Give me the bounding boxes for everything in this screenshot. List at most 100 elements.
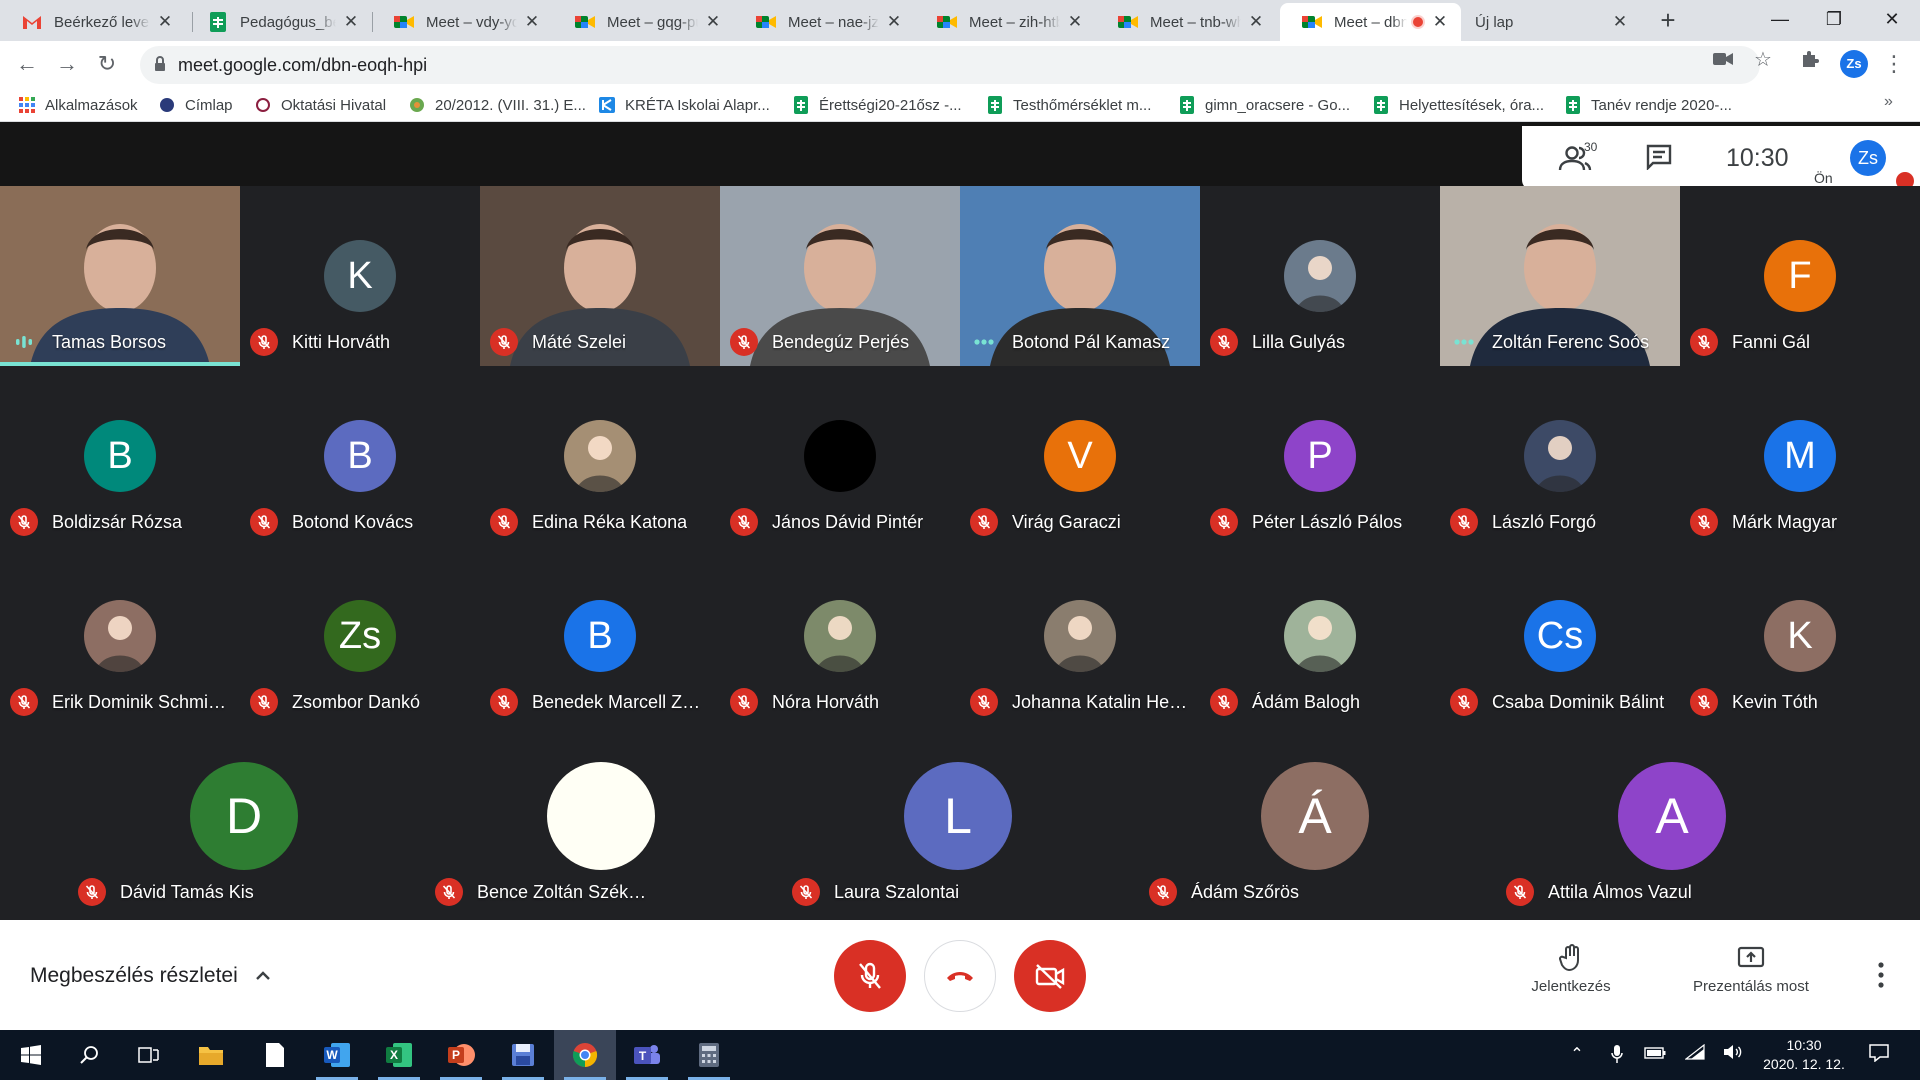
- battery-icon[interactable]: [1644, 1044, 1666, 1066]
- volume-icon[interactable]: [1722, 1044, 1744, 1066]
- close-window-icon[interactable]: ✕: [1864, 0, 1920, 41]
- tab-meet-zih[interactable]: Meet – zih-htb ✕: [915, 3, 1096, 41]
- participant-tile-benedek-marcell-zoltan[interactable]: B Benedek Marcell Zoltán: [480, 546, 720, 726]
- participant-tile-mark-magyar[interactable]: M Márk Magyar: [1680, 366, 1920, 546]
- camera-toggle-button[interactable]: [1014, 940, 1086, 1012]
- new-tab-plus-icon[interactable]: +: [1653, 6, 1683, 36]
- participant-tile-kitti-horvath[interactable]: K Kitti Horváth: [240, 186, 480, 366]
- task-view-button[interactable]: [118, 1030, 180, 1080]
- extensions-puzzle-icon[interactable]: [1798, 49, 1822, 73]
- meeting-details-button[interactable]: Megbeszélés részletei: [30, 964, 272, 988]
- tab-gmail[interactable]: Beérkező levelek ✕: [0, 3, 186, 41]
- participant-tile-zsombor-danko[interactable]: Zs Zsombor Dankó: [240, 546, 480, 726]
- bookmark-helyettesitesek[interactable]: Helyettesítések, óra...: [1372, 95, 1544, 115]
- file-explorer-button[interactable]: [180, 1030, 242, 1080]
- windows-taskbar: W X P T ⌃ 10:30 2020. 12. 12.: [0, 1030, 1920, 1080]
- tab-meet-dbn-active[interactable]: Meet – dbn ✕: [1280, 3, 1461, 41]
- participant-tile-adam-balogh[interactable]: Ádám Balogh: [1200, 546, 1440, 726]
- bookmark-oktatasi-hivatal[interactable]: Oktatási Hivatal: [254, 95, 386, 115]
- restore-icon[interactable]: ❐: [1806, 0, 1862, 41]
- chrome-menu-icon[interactable]: ⋮: [1883, 49, 1905, 81]
- bookmark-apps[interactable]: Alkalmazások: [18, 95, 138, 115]
- participant-tile-mate-szelei[interactable]: Máté Szelei: [480, 186, 720, 366]
- bookmark-tanev-rendje[interactable]: Tanév rendje 2020-...: [1564, 95, 1732, 115]
- participant-tile-erik-dominik-schmiedt[interactable]: Erik Dominik Schmiedt: [0, 546, 240, 726]
- reload-icon[interactable]: ↻: [91, 49, 123, 81]
- participant-tile-tamas-borsos[interactable]: Tamas Borsos: [0, 186, 240, 366]
- present-now-button[interactable]: Prezentálás most: [1681, 944, 1821, 995]
- notepad-button[interactable]: [244, 1030, 306, 1080]
- participant-tile-boldizsar-rozsa[interactable]: B Boldizsár Rózsa: [0, 366, 240, 546]
- start-button[interactable]: [0, 1030, 62, 1080]
- participant-tile-attila-almos-vazul[interactable]: A Attila Álmos Vazul: [1496, 742, 1852, 920]
- profile-avatar[interactable]: Zs: [1840, 50, 1868, 78]
- more-options-icon[interactable]: [1874, 960, 1888, 990]
- show-hidden-icons-chevron-icon[interactable]: ⌃: [1566, 1044, 1588, 1066]
- microphone-tray-icon[interactable]: [1606, 1044, 1628, 1066]
- bookmark-testhomerseklet[interactable]: Testhőmérséklet m...: [986, 95, 1151, 115]
- save-app-button[interactable]: [492, 1030, 554, 1080]
- chat-icon[interactable]: [1646, 144, 1672, 170]
- camera-permission-icon[interactable]: [1711, 49, 1735, 73]
- self-avatar[interactable]: Zs: [1850, 140, 1886, 176]
- tab-meet-gqg[interactable]: Meet – gqg-pur ✕: [553, 3, 734, 41]
- participant-tile-botond-pal-kamasz[interactable]: Botond Pál Kamasz: [960, 186, 1200, 366]
- more-bookmarks-chevron-icon[interactable]: »: [1884, 93, 1893, 111]
- participant-tile-bence-zoltan-szekelyi[interactable]: Bence Zoltán Székelyi: [425, 742, 781, 920]
- close-icon[interactable]: ✕: [704, 12, 722, 32]
- close-icon[interactable]: ✕: [342, 12, 360, 32]
- participant-tile-edina-reka-katona[interactable]: Edina Réka Katona: [480, 366, 720, 546]
- teams-button[interactable]: T: [616, 1030, 678, 1080]
- taskbar-clock[interactable]: 10:30 2020. 12. 12.: [1756, 1036, 1852, 1074]
- microphone-toggle-button[interactable]: [834, 940, 906, 1012]
- participant-tile-johanna-katalin-hegedus[interactable]: Johanna Katalin Hegedűs: [960, 546, 1200, 726]
- participant-tile-peter-laszlo-palos[interactable]: P Péter László Pálos: [1200, 366, 1440, 546]
- forward-arrow-icon[interactable]: →: [51, 49, 83, 81]
- participant-tile-fanni-gal[interactable]: F Fanni Gál: [1680, 186, 1920, 366]
- address-bar[interactable]: meet.google.com/dbn-eoqh-hpi: [140, 46, 1760, 84]
- word-button[interactable]: W: [306, 1030, 368, 1080]
- tab-meet-nae[interactable]: Meet – nae-jzm ✕: [734, 3, 915, 41]
- participant-tile-csaba-dominik-balint[interactable]: Cs Csaba Dominik Bálint: [1440, 546, 1680, 726]
- calculator-button[interactable]: [678, 1030, 740, 1080]
- participant-tile-adam-szoros[interactable]: Á Ádám Szőrös: [1139, 742, 1495, 920]
- participant-tile-janos-david-pinter[interactable]: János Dávid Pintér: [720, 366, 960, 546]
- minimize-icon[interactable]: —: [1752, 0, 1808, 41]
- close-icon[interactable]: ✕: [885, 12, 903, 32]
- participant-tile-bendeguz-perjes[interactable]: Bendegúz Perjés: [720, 186, 960, 366]
- chrome-button[interactable]: [554, 1030, 616, 1080]
- participant-tile-kevin-toth[interactable]: K Kevin Tóth: [1680, 546, 1920, 726]
- tab-new-tab[interactable]: Új lap ✕: [1461, 3, 1641, 41]
- participant-tile-lilla-gulyas[interactable]: Lilla Gulyás: [1200, 186, 1440, 366]
- wifi-icon[interactable]: [1684, 1043, 1706, 1066]
- close-icon[interactable]: ✕: [523, 12, 541, 32]
- search-button[interactable]: [58, 1030, 120, 1080]
- bookmark-20-2012[interactable]: 20/2012. (VIII. 31.) E...: [408, 95, 586, 115]
- notifications-icon[interactable]: [1868, 1044, 1890, 1066]
- close-icon[interactable]: ✕: [1611, 12, 1629, 32]
- tab-pedagogus[interactable]: Pedagógus_bejelentkezés ✕: [186, 3, 372, 41]
- tab-meet-vdy[interactable]: Meet – vdy-yqc ✕: [372, 3, 553, 41]
- close-icon[interactable]: ✕: [1431, 12, 1449, 32]
- bookmark-erettsegi[interactable]: Érettségi20-21ősz -...: [792, 95, 962, 115]
- tab-meet-tnb[interactable]: Meet – tnb-wht ✕: [1096, 3, 1277, 41]
- participant-tile-botond-kovacs[interactable]: B Botond Kovács: [240, 366, 480, 546]
- bookmark-kreta[interactable]: KRÉTA Iskolai Alapr...: [598, 95, 770, 115]
- leave-call-button[interactable]: [924, 940, 996, 1012]
- raise-hand-button[interactable]: Jelentkezés: [1501, 944, 1641, 995]
- participant-tile-david-tamas-kis[interactable]: D Dávid Tamás Kis: [68, 742, 424, 920]
- bookmark-cimlap[interactable]: Címlap: [158, 95, 233, 115]
- back-arrow-icon[interactable]: ←: [11, 49, 43, 81]
- bookmark-star-icon[interactable]: ☆: [1751, 49, 1775, 73]
- participant-tile-nora-horvath[interactable]: Nóra Horváth: [720, 546, 960, 726]
- close-icon[interactable]: ✕: [156, 12, 174, 32]
- powerpoint-button[interactable]: P: [430, 1030, 492, 1080]
- excel-button[interactable]: X: [368, 1030, 430, 1080]
- participant-tile-zoltan-ferenc-soos[interactable]: Zoltán Ferenc Soós: [1440, 186, 1680, 366]
- close-icon[interactable]: ✕: [1066, 12, 1084, 32]
- participant-tile-laszlo-forgo[interactable]: László Forgó: [1440, 366, 1680, 546]
- bookmark-gimn-oracsere[interactable]: gimn_oracsere - Go...: [1178, 95, 1350, 115]
- close-icon[interactable]: ✕: [1247, 12, 1265, 32]
- participant-tile-virag-garaczi[interactable]: V Virág Garaczi: [960, 366, 1200, 546]
- participant-tile-laura-szalontai[interactable]: L Laura Szalontai: [782, 742, 1138, 920]
